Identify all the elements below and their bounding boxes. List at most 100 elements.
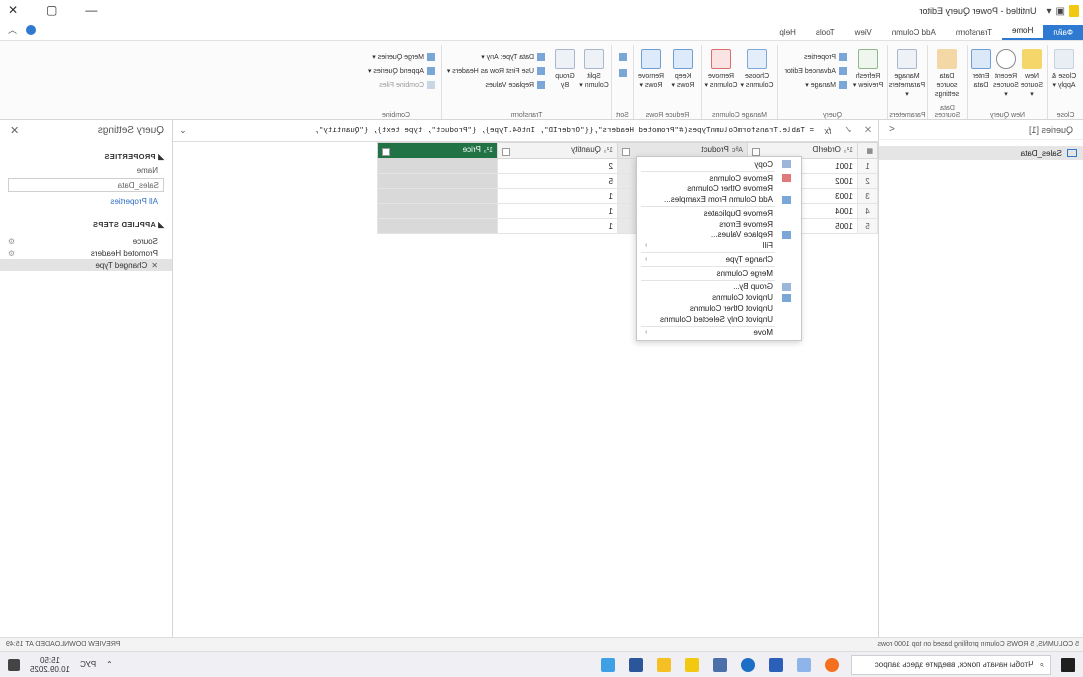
taskbar-search-box[interactable]: ⌕ Чтобы начать поиск, введите здесь запр…	[851, 654, 1051, 675]
media-player-icon[interactable]	[769, 657, 783, 672]
tab-0[interactable]: Файл	[1043, 25, 1083, 40]
tab-3[interactable]: Add Column	[882, 25, 946, 40]
minimize-button[interactable]: —	[85, 3, 97, 17]
cell-price[interactable]	[377, 188, 498, 204]
row-number[interactable]: 3	[857, 188, 878, 204]
row-number[interactable]: 1	[857, 158, 878, 174]
collapse-queries-icon[interactable]: <	[889, 124, 895, 135]
start-button-icon[interactable]	[1061, 657, 1075, 672]
tab-2[interactable]: Transform	[946, 25, 1002, 40]
cell-quantity[interactable]: 2	[497, 158, 618, 174]
recent-sources-button[interactable]: Recent Sources ▾	[993, 49, 1019, 99]
cell-quantity[interactable]: 1	[497, 188, 618, 204]
cell-quantity[interactable]: 5	[497, 173, 618, 189]
merge-queries-button[interactable]: Merge Queries ▾	[372, 53, 435, 61]
cell-price[interactable]	[377, 218, 498, 234]
calculator-icon[interactable]	[713, 657, 727, 672]
menu-item-fill[interactable]: Fill ›	[637, 240, 801, 251]
replace-values-ribbon-button[interactable]: Replace Values	[485, 81, 545, 89]
firefox-icon[interactable]	[825, 657, 839, 672]
cell-price[interactable]	[377, 158, 498, 174]
query-item-sales-data[interactable]: Sales_Data	[879, 146, 1083, 160]
column-header-quantity[interactable]: 1²₃Quantity	[497, 142, 618, 159]
filter-dropdown-icon[interactable]	[502, 148, 510, 156]
use-first-row-button[interactable]: Use First Row as Headers ▾	[447, 67, 545, 75]
tab-4[interactable]: View	[845, 25, 882, 40]
table-row[interactable]: 51005Laptop1	[377, 218, 878, 234]
table-row[interactable]: 41004Monitor1	[377, 203, 878, 219]
maximize-button[interactable]: ▢	[46, 3, 57, 17]
table-row[interactable]: 31003Keyboard1	[377, 188, 878, 204]
language-indicator[interactable]: РУС	[80, 660, 96, 669]
column-header-price[interactable]: 1²₃Price	[377, 142, 498, 159]
menu-item-add-column-from-examples[interactable]: Add Column From Examples...	[637, 194, 801, 205]
close-and-apply-button[interactable]: Close & Apply ▾	[1049, 49, 1079, 90]
manage-parameters-button[interactable]: Manage Parameters ▾	[889, 49, 925, 99]
properties-section-title[interactable]: ◢ PROPERTIES	[0, 152, 172, 161]
sort-descending-button[interactable]	[619, 69, 627, 77]
collapse-ribbon-icon[interactable]: ︿	[8, 23, 17, 36]
menu-item-group-by[interactable]: Group By...	[637, 282, 801, 293]
menu-item-remove-duplicates[interactable]: Remove Duplicates	[637, 208, 801, 219]
cell-price[interactable]	[377, 203, 498, 219]
save-icon[interactable]: ▣	[1056, 6, 1065, 17]
tab-1[interactable]: Home	[1001, 23, 1044, 40]
query-name-input[interactable]: Sales_Data	[8, 178, 164, 192]
quick-access-dropdown-icon[interactable]: ▾	[1047, 6, 1052, 17]
choose-columns-button[interactable]: Choose Columns ▾	[739, 49, 775, 90]
menu-item-replace-values[interactable]: Replace Values...	[637, 230, 801, 241]
word-icon[interactable]	[629, 657, 643, 672]
step-settings-gear-icon[interactable]: ⚙	[8, 237, 15, 246]
delete-step-icon[interactable]: ✕	[151, 261, 158, 270]
data-source-settings-button[interactable]: Data source settings	[929, 49, 965, 99]
table-menu-button[interactable]: ▦	[857, 142, 878, 159]
applied-steps-title[interactable]: ◢ APPLIED STEPS	[0, 220, 172, 229]
remove-rows-button[interactable]: Remove Rows ▾	[635, 49, 667, 90]
menu-item-change-type[interactable]: Change Type ›	[637, 254, 801, 265]
filter-dropdown-icon[interactable]	[622, 148, 630, 156]
help-icon[interactable]	[26, 25, 36, 35]
applied-step-source[interactable]: Source ⚙	[0, 235, 172, 247]
properties-button[interactable]: Properties	[804, 53, 847, 61]
manage-query-button[interactable]: Manage ▾	[805, 81, 847, 89]
confirm-formula-icon[interactable]: ✓	[838, 125, 858, 136]
row-number[interactable]: 2	[857, 173, 878, 189]
filter-dropdown-icon[interactable]	[382, 148, 390, 156]
new-source-button[interactable]: New Source ▾	[1019, 49, 1045, 99]
data-type-dropdown[interactable]: Data Type: Any ▾	[481, 53, 545, 61]
refresh-preview-button[interactable]: Refresh Preview ▾	[851, 49, 885, 90]
cell-quantity[interactable]: 1	[497, 218, 618, 234]
group-by-ribbon-button[interactable]: Group By	[551, 49, 579, 90]
menu-item-merge-columns[interactable]: Merge Columns	[637, 268, 801, 279]
row-number[interactable]: 4	[857, 203, 878, 219]
edge-icon[interactable]	[741, 657, 755, 672]
menu-item-move[interactable]: Move ›	[637, 328, 801, 339]
keep-rows-button[interactable]: Keep Rows ▾	[667, 49, 699, 90]
tray-chevron-icon[interactable]: ⌃	[106, 660, 113, 669]
menu-item-remove-errors[interactable]: Remove Errors	[637, 219, 801, 230]
table-row[interactable]: 21002Mouse5	[377, 173, 878, 189]
sort-ascending-button[interactable]	[619, 53, 627, 61]
notifications-icon[interactable]	[8, 658, 20, 671]
menu-item-unpivot-columns[interactable]: Unpivot Columns	[637, 292, 801, 303]
app-icon[interactable]	[601, 657, 615, 672]
advanced-editor-button[interactable]: Advanced Editor	[785, 67, 847, 75]
cancel-formula-icon[interactable]: ✕	[858, 125, 878, 136]
cell-price[interactable]	[377, 173, 498, 189]
split-column-button[interactable]: Split Column ▾	[579, 49, 609, 90]
close-settings-icon[interactable]: ✕	[10, 124, 19, 137]
menu-item-remove-other-columns[interactable]: Remove Other Columns	[637, 184, 801, 195]
append-queries-button[interactable]: Append Queries ▾	[368, 67, 435, 75]
file-explorer-icon[interactable]	[657, 657, 671, 672]
enter-data-button[interactable]: Enter Data	[969, 49, 993, 90]
row-number[interactable]: 5	[857, 218, 878, 234]
applied-step-promoted-headers[interactable]: Promoted Headers ⚙	[0, 247, 172, 259]
menu-item-unpivot-other-columns[interactable]: Unpivot Other Columns	[637, 303, 801, 314]
tab-5[interactable]: Tools	[806, 25, 845, 40]
power-bi-taskbar-icon[interactable]	[685, 657, 699, 672]
applied-step-changed-type[interactable]: ✕ Changed Type	[0, 259, 172, 271]
expand-formula-icon[interactable]: ⌄	[173, 125, 193, 136]
combine-files-button[interactable]: Combine Files	[379, 81, 435, 89]
close-window-button[interactable]: ✕	[8, 3, 18, 17]
snip-tool-icon[interactable]	[797, 657, 811, 672]
